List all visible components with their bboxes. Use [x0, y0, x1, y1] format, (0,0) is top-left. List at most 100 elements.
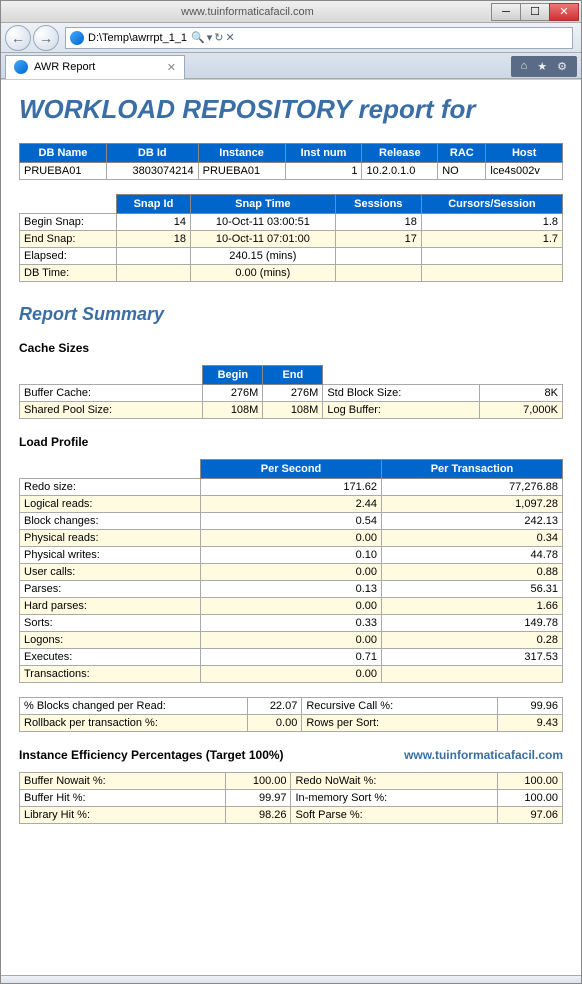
cell: 10-Oct-11 07:01:00 [190, 231, 335, 248]
cell: In-memory Sort %: [291, 790, 497, 807]
cell: 0.34 [382, 530, 563, 547]
th-sessions: Sessions [335, 195, 421, 214]
th-snaptime: Snap Time [190, 195, 335, 214]
tools-icon[interactable]: ⚙ [557, 60, 567, 73]
th-blank [20, 195, 117, 214]
minimize-button[interactable]: ─ [491, 3, 521, 21]
cell: Log Buffer: [323, 402, 480, 419]
maximize-button[interactable]: ☐ [520, 3, 550, 21]
cell: Redo size: [20, 479, 201, 496]
cell: 99.97 [226, 790, 291, 807]
table-row: Begin Snap: 14 10-Oct-11 03:00:51 18 1.8 [20, 214, 563, 231]
refresh-icon[interactable]: ↻ [214, 31, 223, 44]
cell: 3803074214 [106, 163, 198, 180]
table-row: PRUEBA01 3803074214 PRUEBA01 1 10.2.0.1.… [20, 163, 563, 180]
cell: 0.88 [382, 564, 563, 581]
cell [335, 248, 421, 265]
cell: 56.31 [382, 581, 563, 598]
table-row: Buffer Cache: 276M 276M Std Block Size: … [20, 385, 563, 402]
browser-tab[interactable]: AWR Report ✕ [5, 55, 185, 79]
cell: 0.28 [382, 632, 563, 649]
cell: 100.00 [226, 773, 291, 790]
table-row: Physical reads:0.000.34 [20, 530, 563, 547]
cell [116, 265, 190, 282]
cell: Executes: [20, 649, 201, 666]
cache-sizes-table: Begin End Buffer Cache: 276M 276M Std Bl… [19, 365, 563, 419]
cell: Begin Snap: [20, 214, 117, 231]
cell: 0.00 [248, 715, 302, 732]
table-row: Sorts:0.33149.78 [20, 615, 563, 632]
cell: 108M [263, 402, 323, 419]
cell: PRUEBA01 [198, 163, 285, 180]
load-profile-table: Per Second Per Transaction Redo size:171… [19, 459, 563, 683]
cell: Block changes: [20, 513, 201, 530]
th-pertx: Per Transaction [382, 460, 563, 479]
stop-icon[interactable]: ✕ [226, 31, 235, 44]
forward-button[interactable]: → [33, 25, 59, 51]
cell: 276M [263, 385, 323, 402]
url-text: D:\Temp\awrrpt_1_1 [88, 32, 187, 44]
th-instance: Instance [198, 144, 285, 163]
th-persec: Per Second [201, 460, 382, 479]
cell: 0.00 [201, 564, 382, 581]
watermark-link[interactable]: www.tuinformaticafacil.com [404, 748, 563, 762]
cell: 242.13 [382, 513, 563, 530]
tab-bar: AWR Report ✕ ⌂ ★ ⚙ [1, 53, 581, 79]
th-begin: Begin [203, 366, 263, 385]
page-content[interactable]: WORKLOAD REPOSITORY report for DB Name D… [1, 79, 581, 975]
cell: Rollback per transaction %: [20, 715, 248, 732]
cell: Logons: [20, 632, 201, 649]
cell: 0.00 [201, 598, 382, 615]
table-row: Buffer Nowait %: 100.00 Redo NoWait %: 1… [20, 773, 563, 790]
th-blank [20, 366, 203, 385]
tab-close-icon[interactable]: ✕ [167, 61, 176, 74]
cell: 0.10 [201, 547, 382, 564]
cell: 97.06 [497, 807, 562, 824]
th-end: End [263, 366, 323, 385]
url-input[interactable]: D:\Temp\awrrpt_1_1 🔍 ▾ ↻ ✕ [65, 27, 573, 49]
back-button[interactable]: ← [5, 25, 31, 51]
table-row: Executes:0.71317.53 [20, 649, 563, 666]
address-bar: ← → D:\Temp\awrrpt_1_1 🔍 ▾ ↻ ✕ [1, 23, 581, 53]
cell: 0.71 [201, 649, 382, 666]
cell: 1 [285, 163, 362, 180]
toolbar-icons: ⌂ ★ ⚙ [511, 56, 577, 77]
cell: Std Block Size: [323, 385, 480, 402]
th-rac: RAC [438, 144, 486, 163]
cell: 149.78 [382, 615, 563, 632]
titlebar: www.tuinformaticafacil.com ─ ☐ ✕ [1, 1, 581, 23]
th-release: Release [362, 144, 438, 163]
close-button[interactable]: ✕ [549, 3, 579, 21]
efficiency-table: Buffer Nowait %: 100.00 Redo NoWait %: 1… [19, 772, 563, 824]
cell: 99.96 [497, 698, 562, 715]
cell: 1.8 [421, 214, 562, 231]
cell: End Snap: [20, 231, 117, 248]
cell: NO [438, 163, 486, 180]
cell: 98.26 [226, 807, 291, 824]
table-row: DB Time: 0.00 (mins) [20, 265, 563, 282]
subsection-heading: Instance Efficiency Percentages (Target … [19, 748, 563, 762]
cell: 1.7 [421, 231, 562, 248]
section-heading: Report Summary [19, 304, 563, 325]
cell: 17 [335, 231, 421, 248]
table-row: % Blocks changed per Read: 22.07 Recursi… [20, 698, 563, 715]
heading-text: Instance Efficiency Percentages (Target … [19, 748, 284, 762]
th-cursors: Cursors/Session [421, 195, 562, 214]
table-row: End Snap: 18 10-Oct-11 07:01:00 17 1.7 [20, 231, 563, 248]
table-row: Shared Pool Size: 108M 108M Log Buffer: … [20, 402, 563, 419]
status-bar [1, 975, 581, 983]
cell: Elapsed: [20, 248, 117, 265]
cell [382, 666, 563, 683]
favorites-icon[interactable]: ★ [537, 60, 547, 73]
page-title: WORKLOAD REPOSITORY report for [19, 94, 563, 125]
dropdown-icon[interactable]: ▾ [207, 31, 213, 44]
table-row: Redo size:171.6277,276.88 [20, 479, 563, 496]
cell: 0.13 [201, 581, 382, 598]
cell: Logical reads: [20, 496, 201, 513]
home-icon[interactable]: ⌂ [521, 60, 528, 73]
search-icon[interactable]: 🔍 [191, 31, 205, 44]
cell: Sorts: [20, 615, 201, 632]
db-info-table: DB Name DB Id Instance Inst num Release … [19, 143, 563, 180]
blocks-table: % Blocks changed per Read: 22.07 Recursi… [19, 697, 563, 732]
window-title: www.tuinformaticafacil.com [3, 6, 492, 18]
